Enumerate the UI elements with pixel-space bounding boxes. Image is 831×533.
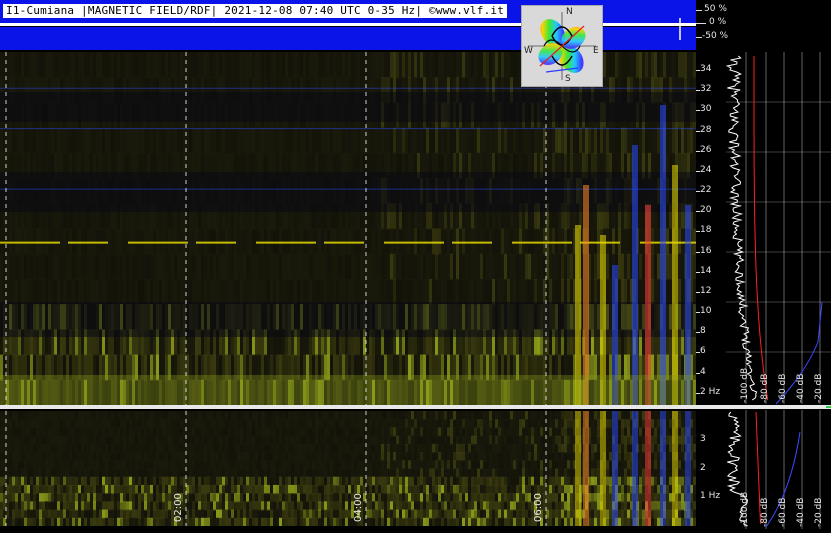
db-label: -100 dB (740, 368, 750, 403)
freq-tick (696, 171, 700, 172)
rdf-compass: N E S W (521, 5, 603, 87)
freq-label: 28 (700, 125, 711, 135)
freq-tick (696, 252, 700, 253)
freq-tick (696, 110, 700, 111)
freq-tick (696, 151, 700, 152)
freq-tick (696, 373, 700, 374)
signal-burst (672, 411, 678, 526)
freq-label: 18 (700, 225, 711, 235)
panel-separator (0, 405, 696, 409)
freq-tick (696, 131, 700, 132)
percent-label-minus-50: -50 % (702, 31, 728, 41)
spectrogram-upper-panel (0, 52, 696, 405)
freq-tick (696, 191, 700, 192)
time-label-0400: 04:00 (353, 493, 364, 522)
signal-burst (583, 411, 589, 526)
freq-label: 34 (700, 64, 711, 74)
compass-west: W (524, 46, 533, 56)
percent-tick (696, 37, 702, 38)
signal-burst (583, 185, 589, 405)
panel-separator-right (696, 405, 831, 409)
average-profile-trace (754, 56, 768, 400)
signal-burst (575, 411, 581, 526)
freq-tick (696, 352, 700, 353)
db-label: -20 dB (814, 498, 824, 527)
db-label: -20 dB (814, 374, 824, 403)
level-cursor-icon (670, 18, 690, 42)
signal-burst (660, 105, 666, 405)
spectrogram-lower-panel (0, 411, 696, 526)
low-frequency-band (0, 375, 696, 405)
spectrogram-texture (0, 411, 696, 526)
freq-label: 12 (700, 286, 711, 296)
freq-label: 2 Hz (700, 387, 720, 397)
spectrum-profile-panel (696, 52, 831, 529)
time-label-0200: 02:00 (173, 493, 184, 522)
dark-band (0, 302, 696, 337)
freq-label: 14 (700, 266, 711, 276)
signal-burst (612, 411, 618, 526)
signal-burst (672, 165, 678, 405)
freq-label: 32 (700, 84, 711, 94)
spectrum-profile-svg (696, 52, 831, 529)
spectrogram-lower-svg (0, 411, 696, 526)
freq-tick (696, 90, 700, 91)
freq-label: 4 (700, 367, 706, 377)
freq-label: 16 (700, 246, 711, 256)
freq-label: 22 (700, 185, 711, 195)
compass-rose-icon (522, 6, 602, 86)
freq-label: 20 (700, 205, 711, 215)
percent-tick (696, 23, 706, 24)
freq-tick (696, 393, 700, 394)
spectrogram-window: I1-Cumiana |MAGNETIC FIELD/RDF| 2021-12-… (0, 0, 831, 529)
signal-burst (645, 411, 651, 526)
db-label: -60 dB (778, 374, 788, 403)
freq-tick (696, 70, 700, 71)
signal-burst (685, 411, 691, 526)
freq-tick (696, 272, 700, 273)
chart-title: I1-Cumiana |MAGNETIC FIELD/RDF| 2021-12-… (3, 4, 507, 18)
dark-band (0, 172, 696, 212)
percent-label-0: 0 % (709, 17, 726, 27)
signal-burst (632, 145, 638, 405)
compass-north: N (566, 7, 573, 17)
spectrum-profile-trace (727, 56, 756, 400)
freq-tick (696, 332, 700, 333)
freq-label-lower: 2 (700, 463, 706, 473)
percent-tick (696, 10, 702, 11)
signal-burst (660, 411, 666, 526)
freq-tick (696, 231, 700, 232)
freq-label: 10 (700, 306, 711, 316)
signal-burst (600, 411, 606, 526)
freq-label-lower: 1 Hz (700, 491, 720, 501)
db-label: -80 dB (760, 498, 770, 527)
freq-label: 24 (700, 165, 711, 175)
signal-burst (632, 411, 638, 526)
freq-label-lower: 3 (700, 434, 706, 444)
freq-label: 8 (700, 326, 706, 336)
compass-east: E (593, 46, 599, 56)
freq-tick (696, 292, 700, 293)
time-label-0600: 06:00 (533, 493, 544, 522)
compass-south: S (565, 74, 571, 84)
db-label: -40 dB (796, 498, 806, 527)
percent-label-50: 50 % (704, 4, 727, 14)
db-label: -100 dB (740, 492, 750, 527)
db-label: -40 dB (796, 374, 806, 403)
freq-tick (696, 312, 700, 313)
db-label: -80 dB (760, 374, 770, 403)
freq-label: 6 (700, 346, 706, 356)
freq-label: 30 (700, 104, 711, 114)
freq-tick (696, 211, 700, 212)
db-label: -60 dB (778, 498, 788, 527)
dark-band (0, 92, 696, 122)
spectrogram-upper-svg (0, 52, 696, 405)
freq-label: 26 (700, 145, 711, 155)
